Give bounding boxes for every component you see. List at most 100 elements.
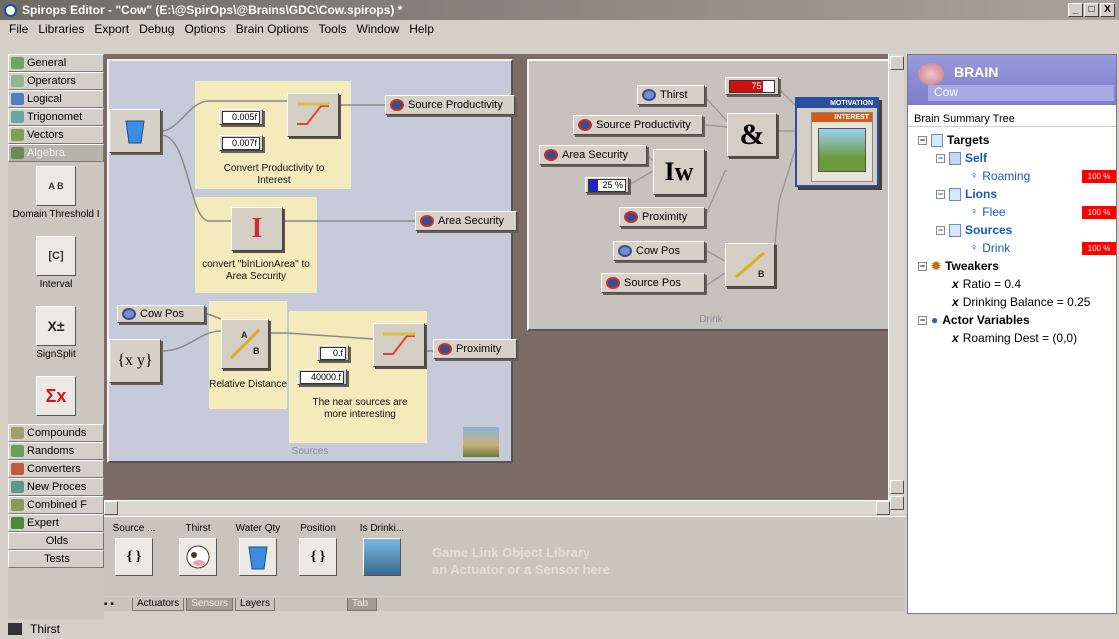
input-cow-pos-drink[interactable]: Cow Pos [613,241,705,261]
maximize-button[interactable]: □ [1084,3,1099,17]
threshold-curve-icon [297,102,329,125]
scroll-right-button[interactable] [876,501,890,515]
value-node-75pct[interactable]: 75 % [725,77,779,95]
output-proximity[interactable]: Proximity [433,339,517,359]
collapse-icon[interactable]: − [936,189,945,199]
menu-tools[interactable]: Tools [314,22,352,36]
palette-cat-operators[interactable]: Operators [8,72,104,90]
palette-cat-new-process[interactable]: New Proces [8,478,104,496]
brain-header: BRAIN Cow [908,55,1116,105]
weighted-interval-block[interactable]: Iw [653,149,705,195]
scroll-left-button[interactable] [104,501,118,515]
tree-flee[interactable]: ♀ Flee [970,205,1006,219]
menu-export[interactable]: Export [89,22,134,36]
library-item-position[interactable]: Position{ } [294,523,342,576]
input-thirst[interactable]: Thirst [637,85,705,105]
scroll-up-button[interactable] [890,56,904,70]
tool-domain-threshold[interactable]: A B Domain Threshold I [8,162,104,232]
tree-self[interactable]: − Self [936,151,987,165]
tree-lions[interactable]: − Lions [936,187,997,201]
water-qty-input-node[interactable] [109,109,161,153]
collapse-icon[interactable]: − [918,261,927,271]
vector-icon: {x y} [117,352,153,369]
value-node-0007[interactable]: 0.007f [219,135,263,151]
palette-cat-algebra[interactable]: Algebra [8,144,104,162]
menu-debug[interactable]: Debug [134,22,179,36]
relative-distance-block[interactable]: AB [221,319,269,369]
sources-sheet[interactable]: 0.005f 0.007f Source Productivity Conver… [107,59,517,463]
canvas-horizontal-scrollbar[interactable] [104,500,890,515]
tool-interval[interactable]: [C] Interval [8,232,104,302]
tree-targets[interactable]: − Targets [918,133,989,147]
tool-sum[interactable]: Σx [8,372,104,424]
palette-cat-logical[interactable]: Logical [8,90,104,108]
palette-cat-tests[interactable]: Tests [8,550,104,568]
object-library[interactable]: Source ...{ } Thirst Water Qty Position{… [104,516,905,596]
output-area-security[interactable]: Area Security [415,211,517,231]
output-source-productivity[interactable]: Source Productivity [385,95,515,115]
palette-cat-vectors[interactable]: Vectors [8,126,104,144]
vector-icon: { } [115,538,153,576]
library-item-source[interactable]: Source ...{ } [110,523,158,576]
tree-roaming[interactable]: ♀ Roaming [970,169,1030,183]
input-area-security[interactable]: Area Security [539,145,647,165]
scroll-resize-button[interactable] [890,480,904,494]
tab-actuators[interactable]: Actuators [132,597,185,611]
library-item-is-drinking[interactable]: Is Drinki... [358,523,406,576]
library-item-thirst[interactable]: Thirst [174,523,222,576]
value-node-40000[interactable]: 40000.f [297,369,347,385]
drink-sheet[interactable]: Thirst Source Productivity Area Security… [527,59,895,331]
interval-block-I[interactable]: I [231,207,283,251]
menu-libraries[interactable]: Libraries [33,22,89,36]
canvas-vertical-scrollbar[interactable] [888,54,904,514]
variable-icon: x [952,331,959,345]
tree-sources[interactable]: − Sources [936,223,1012,237]
menu-options[interactable]: Options [179,22,230,36]
collapse-icon[interactable]: − [936,225,945,235]
domain-threshold-block-1[interactable] [287,93,339,137]
tab-nav-icons[interactable]: ▪ ▪ [104,599,132,610]
tree-drink[interactable]: ♀ Drink [970,241,1010,255]
palette-cat-converters[interactable]: Converters [8,460,104,478]
collapse-icon[interactable]: − [918,315,927,325]
collapse-icon[interactable]: − [936,153,945,163]
tree-tweakers[interactable]: − ✹ Tweakers [918,259,999,273]
relative-distance-block-drink[interactable]: B [725,243,775,287]
tool-signsplit[interactable]: X± SignSplit [8,302,104,372]
palette-cat-general[interactable]: General [8,54,104,72]
value-node-0005[interactable]: 0.005f [219,109,263,125]
source-pos-vector-node[interactable]: {x y} [109,339,161,383]
input-proximity[interactable]: Proximity [619,207,705,227]
palette-cat-combined[interactable]: Combined F [8,496,104,514]
minimize-button[interactable]: _ [1068,3,1083,17]
library-item-water-qty[interactable]: Water Qty [234,523,282,576]
menu-brain-options[interactable]: Brain Options [231,22,314,36]
tab-tab[interactable]: Tab [346,597,377,611]
input-cow-pos[interactable]: Cow Pos [117,305,205,323]
motivation-block[interactable]: MOTIVATION INTEREST [795,97,879,187]
menu-window[interactable]: Window [352,22,405,36]
palette-cat-olds[interactable]: Olds [8,532,104,550]
tree-roaming-dest[interactable]: x Roaming Dest = (0,0) [952,331,1077,345]
drinking-cows-icon [363,538,401,576]
tree-drinking-balance[interactable]: x Drinking Balance = 0.25 [952,295,1090,309]
tree-actor-variables[interactable]: − ● Actor Variables [918,313,1030,327]
close-button[interactable]: X [1100,3,1115,17]
input-source-productivity[interactable]: Source Productivity [573,115,703,135]
domain-threshold-block-2[interactable] [373,323,425,367]
palette-cat-randoms[interactable]: Randoms [8,442,104,460]
palette-cat-compounds[interactable]: Compounds [8,424,104,442]
tab-layers[interactable]: Layers [234,597,275,611]
palette-cat-expert[interactable]: Expert [8,514,104,532]
scroll-down-button[interactable] [890,496,904,510]
value-node-25pct[interactable]: 25 % [585,177,629,193]
input-source-pos[interactable]: Source Pos [601,273,705,293]
and-block[interactable]: & [727,113,777,157]
collapse-icon[interactable]: − [918,135,927,145]
value-node-0f[interactable]: 0.f [317,345,349,361]
tab-sensors[interactable]: Sensors [186,597,233,611]
menu-help[interactable]: Help [404,22,439,36]
menu-file[interactable]: File [4,22,33,36]
palette-cat-trigonometry[interactable]: Trigonomet [8,108,104,126]
tree-ratio[interactable]: x Ratio = 0.4 [952,277,1021,291]
